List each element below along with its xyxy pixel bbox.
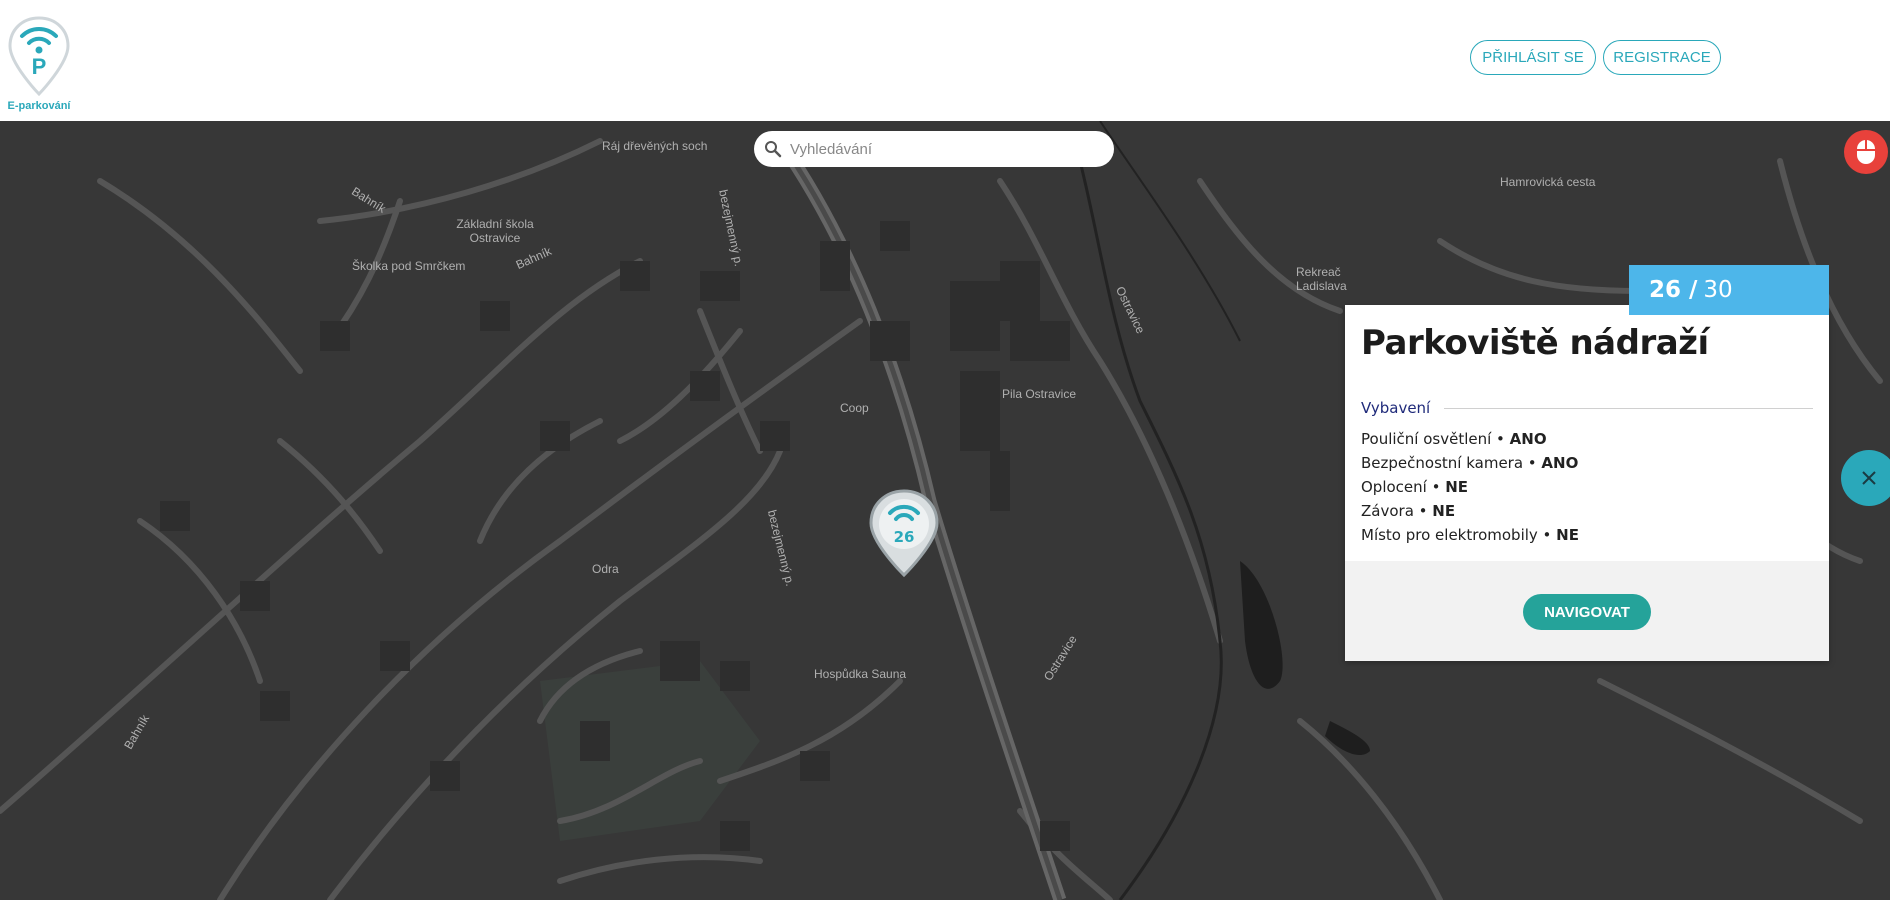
parking-detail-popup: Parkoviště nádraží Vybavení Pouliční osv… <box>1345 305 1829 661</box>
map-label: Školka pod Smrčkem <box>352 259 466 273</box>
logo[interactable]: P E-parkování <box>2 12 76 112</box>
equipment-section-header: Vybavení <box>1361 399 1813 417</box>
parking-marker[interactable]: 26 <box>868 488 940 578</box>
parking-title: Parkoviště nádraží <box>1361 323 1709 363</box>
capacity-badge: 26 / 30 <box>1629 265 1829 315</box>
equipment-item: Závora • NE <box>1361 502 1456 520</box>
register-button[interactable]: REGISTRACE <box>1603 40 1721 75</box>
parking-logo-icon: P <box>8 16 70 97</box>
map-label: Pila Ostravice <box>1002 387 1077 401</box>
close-icon <box>1862 471 1876 485</box>
map-label: Hamrovická cesta <box>1500 175 1596 189</box>
divider <box>1444 407 1813 409</box>
mouse-icon <box>1857 140 1875 164</box>
mouse-control-button[interactable] <box>1844 130 1888 174</box>
popup-footer: NAVIGOVAT <box>1345 561 1829 661</box>
logo-text: E-parkování <box>7 100 71 112</box>
close-popup-button[interactable] <box>1841 450 1890 506</box>
navigate-button[interactable]: NAVIGOVAT <box>1523 594 1651 630</box>
map-label: Coop <box>840 401 869 415</box>
equipment-list: Pouliční osvětlení • ANO Bezpečnostní ka… <box>1361 427 1579 547</box>
map-label: Odra <box>592 562 619 576</box>
equipment-item: Pouliční osvětlení • ANO <box>1361 430 1547 448</box>
map-label: Základní škola Ostravice <box>456 217 534 245</box>
svg-text:P: P <box>32 54 47 79</box>
total-spots: 30 <box>1703 277 1733 303</box>
parking-pin-icon: 26 <box>869 489 939 578</box>
equipment-item: Místo pro elektromobily • NE <box>1361 526 1579 544</box>
search-icon <box>765 141 782 158</box>
map-label: Hospůdka Sauna <box>814 667 907 681</box>
login-button[interactable]: PŘIHLÁSIT SE <box>1470 40 1596 75</box>
marker-count: 26 <box>894 528 915 546</box>
equipment-item: Bezpečnostní kamera • ANO <box>1361 454 1579 472</box>
search-bar[interactable] <box>754 131 1114 167</box>
available-spots: 26 / <box>1649 277 1698 303</box>
equipment-item: Oplocení • NE <box>1361 478 1469 496</box>
search-input[interactable] <box>790 140 1090 158</box>
map-label: Rekreač Ladislava <box>1296 265 1347 293</box>
map-label: Ráj dřevěných soch <box>602 139 708 153</box>
equipment-section-title: Vybavení <box>1361 399 1431 417</box>
header: P E-parkování PŘIHLÁSIT SE REGISTRACE <box>0 0 1890 121</box>
